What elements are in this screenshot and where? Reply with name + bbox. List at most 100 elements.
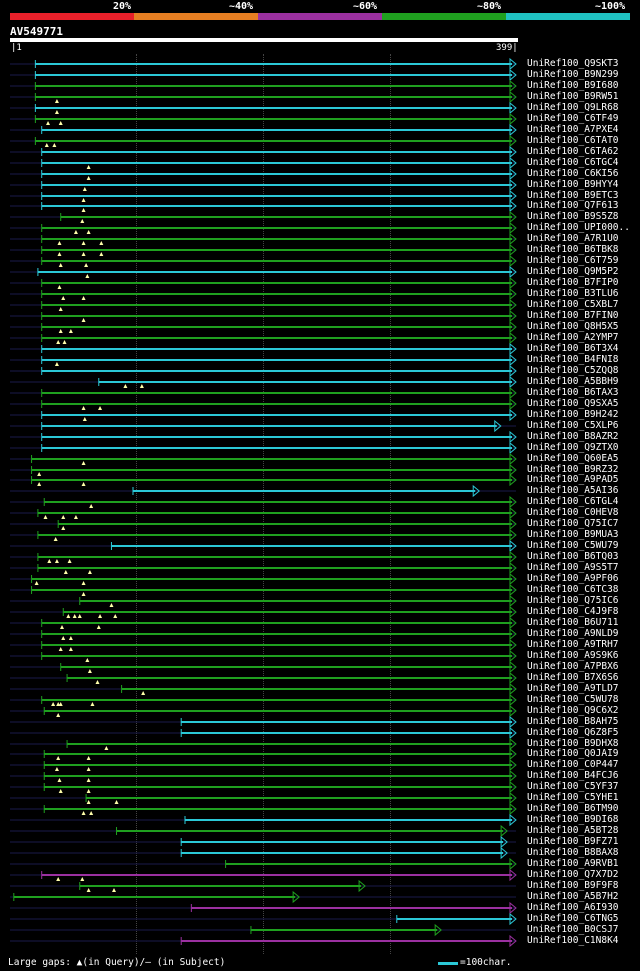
hit-label[interactable]: UniRef100_Q7X7D2 — [527, 869, 619, 880]
query-gap-marker — [81, 252, 86, 256]
query-gap-marker — [68, 329, 73, 333]
hit-label[interactable]: UniRef100_B6TBK8 — [527, 244, 619, 255]
hit-label[interactable]: UniRef100_C5XLP6 — [527, 420, 619, 431]
hit-label[interactable]: UniRef100_A9NLD9 — [527, 628, 619, 639]
hit-label[interactable]: UniRef100_B6U711 — [527, 617, 619, 628]
hit-label[interactable]: UniRef100_B9MUA3 — [527, 529, 619, 540]
hit-label[interactable]: UniRef100_A9RVB1 — [527, 858, 619, 869]
hit-label[interactable]: UniRef100_A9S5T7 — [527, 562, 619, 573]
query-gap-marker — [89, 504, 94, 508]
hit-label[interactable]: UniRef100_B6TQ03 — [527, 551, 619, 562]
hit-label[interactable]: UniRef100_A9PAD5 — [527, 474, 619, 485]
hit-label[interactable]: UniRef100_B6T3X4 — [527, 343, 619, 354]
query-gap-marker — [81, 208, 86, 212]
query-gap-marker — [61, 515, 66, 519]
hit-label[interactable]: UniRef100_Q6Z8F5 — [527, 727, 619, 738]
hit-label[interactable]: UniRef100_Q0JAI9 — [527, 748, 619, 759]
hit-label[interactable]: UniRef100_C6TAT0 — [527, 135, 619, 146]
hit-label[interactable]: UniRef100_B0CSJ7 — [527, 924, 619, 935]
hit-label[interactable]: UniRef100_C6T759 — [527, 255, 619, 266]
query-gap-marker — [43, 515, 48, 519]
hit-label[interactable]: UniRef100_Q9C6X2 — [527, 705, 619, 716]
hit-label[interactable]: UniRef100_B6TM90 — [527, 803, 619, 814]
hit-label[interactable]: UniRef100_A9TRH7 — [527, 639, 619, 650]
query-gap-marker — [99, 241, 104, 245]
hit-label[interactable]: UniRef100_A7PXE4 — [527, 124, 619, 135]
hit-label[interactable]: UniRef100_Q8H5X5 — [527, 321, 619, 332]
query-gap-marker — [81, 198, 86, 202]
hit-label[interactable]: UniRef100_A7R1U0 — [527, 233, 619, 244]
hit-label[interactable]: UniRef100_A2YMP7 — [527, 332, 619, 343]
hit-label[interactable]: UniRef100_B6TAX3 — [527, 387, 619, 398]
hit-label[interactable]: UniRef100_B8AH75 — [527, 716, 619, 727]
hit-label[interactable]: UniRef100_C5XBL7 — [527, 299, 619, 310]
hit-label[interactable]: UniRef100_B7X6S6 — [527, 672, 619, 683]
query-gap-marker — [73, 230, 78, 234]
hit-label[interactable]: UniRef100_C5WU79 — [527, 540, 619, 551]
query-gap-marker — [96, 625, 101, 629]
hit-label[interactable]: UniRef100_C0HEV8 — [527, 507, 619, 518]
hit-label[interactable]: UniRef100_C4J9F8 — [527, 606, 619, 617]
hit-label[interactable]: UniRef100_C1N8K4 — [527, 935, 619, 946]
hit-label[interactable]: UniRef100_Q7F613 — [527, 200, 619, 211]
hit-label[interactable]: UniRef100_A9PF06 — [527, 573, 619, 584]
hit-label[interactable]: UniRef100_B4FNI8 — [527, 354, 619, 365]
hit-label[interactable]: UniRef100_B9S5Z8 — [527, 211, 619, 222]
hit-label[interactable]: UniRef100_B3TLU6 — [527, 288, 619, 299]
hit-label[interactable]: UniRef100_C6KI56 — [527, 168, 619, 179]
hit-label[interactable]: UniRef100_A5BBH9 — [527, 376, 619, 387]
query-gap-marker — [77, 614, 82, 618]
hit-label[interactable]: UniRef100_Q60EA5 — [527, 453, 619, 464]
query-gap-marker — [67, 559, 72, 563]
query-gap-marker — [113, 614, 118, 618]
hit-label[interactable]: UniRef100_C6TA62 — [527, 146, 619, 157]
query-gap-marker — [86, 165, 91, 169]
query-gap-marker — [87, 669, 92, 673]
hit-label[interactable]: UniRef100_Q9ZTX0 — [527, 442, 619, 453]
hit-label[interactable]: UniRef100_C0P447 — [527, 759, 619, 770]
hit-label[interactable]: UniRef100_A6I930 — [527, 902, 619, 913]
hit-label[interactable]: UniRef100_B4FCJ6 — [527, 770, 619, 781]
hit-label[interactable]: UniRef100_C6TF49 — [527, 113, 619, 124]
hit-label[interactable]: UniRef100_B9DI68 — [527, 814, 619, 825]
hit-label[interactable]: UniRef100_Q9M5P2 — [527, 266, 619, 277]
hit-label[interactable]: UniRef100_A5AI36 — [527, 485, 619, 496]
hit-label[interactable]: UniRef100_C6TGL4 — [527, 496, 619, 507]
hit-label[interactable]: UniRef100_Q75IC7 — [527, 518, 619, 529]
hit-label[interactable]: UniRef100_B9H242 — [527, 409, 619, 420]
query-gap-marker — [73, 515, 78, 519]
hit-label[interactable]: UniRef100_B9RW51 — [527, 91, 619, 102]
hit-label[interactable]: UniRef100_B7FIN0 — [527, 310, 619, 321]
hit-label[interactable]: UniRef100_C6TNG5 — [527, 913, 619, 924]
hit-label[interactable]: UniRef100_B9FZ71 — [527, 836, 619, 847]
hit-label[interactable]: UniRef100_Q9LR68 — [527, 102, 619, 113]
hit-label[interactable]: UniRef100_B9F9F8 — [527, 880, 619, 891]
hit-label[interactable]: UniRef100_Q75IC6 — [527, 595, 619, 606]
hit-label[interactable]: UniRef100_Q9SXA5 — [527, 398, 619, 409]
query-gap-marker — [68, 647, 73, 651]
hit-label[interactable]: UniRef100_Q9SKT3 — [527, 58, 619, 69]
hit-label[interactable]: UniRef100_UPI000.. — [527, 222, 630, 233]
hit-label[interactable]: UniRef100_A9TLD7 — [527, 683, 619, 694]
hit-label[interactable]: UniRef100_B8BAX8 — [527, 847, 619, 858]
query-gap-marker — [61, 296, 66, 300]
hit-label[interactable]: UniRef100_C6TC38 — [527, 584, 619, 595]
hit-label[interactable]: UniRef100_C5WU78 — [527, 694, 619, 705]
hit-label[interactable]: UniRef100_C5ZQQ8 — [527, 365, 619, 376]
hit-label[interactable]: UniRef100_A9S9K6 — [527, 650, 619, 661]
hit-label[interactable]: UniRef100_B8AZR2 — [527, 431, 619, 442]
hit-label[interactable]: UniRef100_A5B7H2 — [527, 891, 619, 902]
query-gap-marker — [123, 384, 128, 388]
hit-label[interactable]: UniRef100_C5YF37 — [527, 781, 619, 792]
hit-label[interactable]: UniRef100_B9N299 — [527, 69, 619, 80]
hit-label[interactable]: UniRef100_B7FIP0 — [527, 277, 619, 288]
hit-label[interactable]: UniRef100_A5BT28 — [527, 825, 619, 836]
hit-label[interactable]: UniRef100_B9HYY4 — [527, 179, 619, 190]
hit-label[interactable]: UniRef100_A7PBX6 — [527, 661, 619, 672]
query-gap-marker — [54, 110, 59, 114]
query-gap-marker — [86, 176, 91, 180]
hit-label[interactable]: UniRef100_C6TGC4 — [527, 157, 619, 168]
hit-label[interactable]: UniRef100_B9I680 — [527, 80, 619, 91]
hit-label[interactable]: UniRef100_C5YHE1 — [527, 792, 619, 803]
query-gap-marker — [52, 143, 57, 147]
